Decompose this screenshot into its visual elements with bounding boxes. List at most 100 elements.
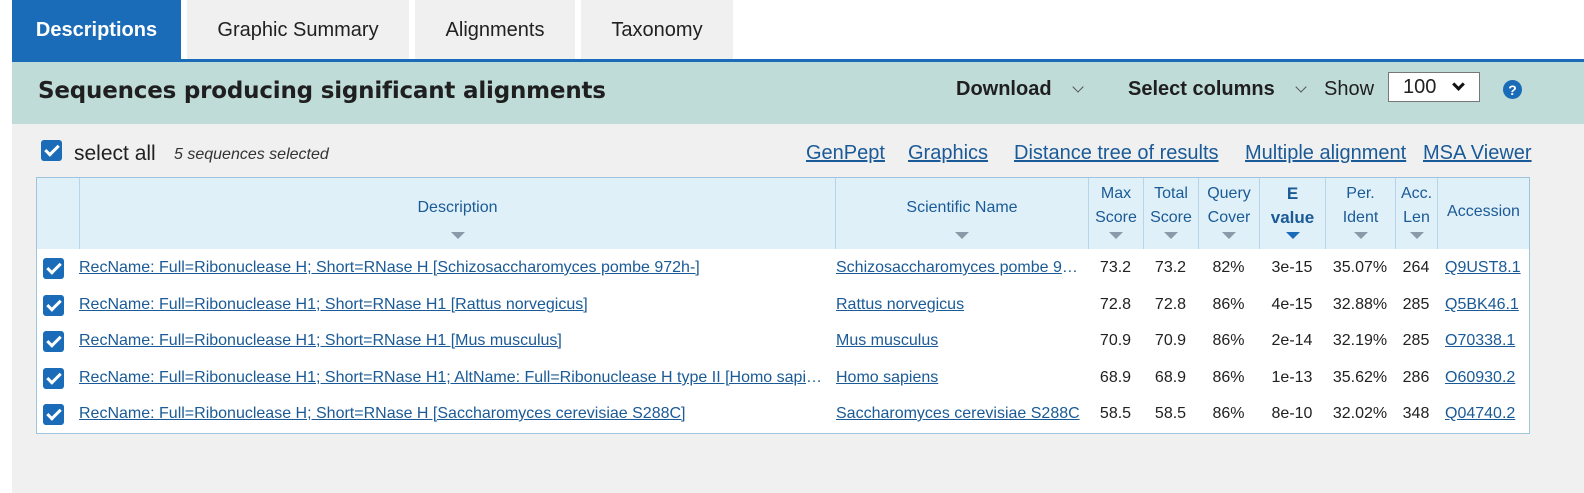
download-menu[interactable]: Download xyxy=(956,78,1084,101)
sort-arrow-icon xyxy=(1409,232,1424,239)
col-max-score-line1: Max xyxy=(1100,185,1132,202)
multiple-alignment-link[interactable]: Multiple alignment xyxy=(1245,142,1406,165)
table-header: Description Scientific Name Max Score To… xyxy=(37,178,1529,249)
col-total-score-line1: Total xyxy=(1154,185,1188,202)
col-query-cover[interactable]: Query Cover xyxy=(1198,178,1259,249)
row-max-score: 70.9 xyxy=(1099,332,1132,349)
msa-viewer-link[interactable]: MSA Viewer xyxy=(1423,142,1532,165)
row-e-value: 4e-15 xyxy=(1271,296,1313,313)
sort-arrow-icon xyxy=(1222,232,1236,239)
tab-descriptions[interactable]: Descriptions xyxy=(12,0,181,60)
row-checkbox[interactable] xyxy=(43,295,64,316)
tab-graphic-summary[interactable]: Graphic Summary xyxy=(187,0,409,60)
sort-arrow-icon xyxy=(1353,232,1368,239)
result-tabs: Descriptions Graphic Summary Alignments … xyxy=(12,0,733,60)
download-label: Download xyxy=(956,78,1052,100)
row-e-value: 1e-13 xyxy=(1271,369,1313,386)
row-accession-link[interactable]: Q9UST8.1 xyxy=(1445,250,1529,286)
row-description-link[interactable]: RecName: Full=Ribonuclease H1; Short=RNa… xyxy=(79,360,829,396)
chevron-down-icon xyxy=(1071,80,1084,93)
row-checkbox[interactable] xyxy=(43,258,64,279)
col-max-score-line2: Score xyxy=(1095,209,1137,226)
table-row: RecName: Full=Ribonuclease H; Short=RNas… xyxy=(37,396,1529,432)
tab-taxonomy[interactable]: Taxonomy xyxy=(581,0,733,60)
row-scientific-name-link[interactable]: Homo sapiens xyxy=(836,360,1086,396)
col-acc-len[interactable]: Acc. Len xyxy=(1395,178,1437,249)
select-all-label[interactable]: select all xyxy=(74,142,156,166)
col-description[interactable]: Description xyxy=(79,178,835,249)
sort-arrow-icon xyxy=(450,232,465,239)
table-row: RecName: Full=Ribonuclease H1; Short=RNa… xyxy=(37,287,1529,323)
row-e-value: 2e-14 xyxy=(1271,332,1313,349)
col-per-ident-line1: Per. xyxy=(1346,185,1375,202)
row-max-score: 73.2 xyxy=(1099,259,1132,276)
row-scientific-name-link[interactable]: Rattus norvegicus xyxy=(836,287,1086,323)
row-description-link[interactable]: RecName: Full=Ribonuclease H; Short=RNas… xyxy=(79,396,829,432)
row-total-score: 70.9 xyxy=(1154,332,1187,349)
row-query-cover: 82% xyxy=(1212,259,1245,276)
row-acc-len: 285 xyxy=(1402,332,1430,349)
row-e-value: 8e-10 xyxy=(1271,405,1313,422)
row-checkbox[interactable] xyxy=(43,331,64,352)
row-e-value: 3e-15 xyxy=(1271,259,1313,276)
col-scientific-name[interactable]: Scientific Name xyxy=(835,178,1088,249)
row-query-cover: 86% xyxy=(1212,296,1245,313)
row-per-ident: 32.02% xyxy=(1332,405,1388,422)
col-acc-len-line2: Len xyxy=(1403,209,1430,226)
row-query-cover: 86% xyxy=(1212,332,1245,349)
col-scientific-name-label: Scientific Name xyxy=(906,199,1018,216)
row-checkbox[interactable] xyxy=(43,404,64,425)
row-per-ident: 35.07% xyxy=(1332,259,1388,276)
tab-alignments[interactable]: Alignments xyxy=(415,0,575,60)
row-total-score: 72.8 xyxy=(1154,296,1187,313)
row-query-cover: 86% xyxy=(1212,369,1245,386)
row-checkbox[interactable] xyxy=(43,368,64,389)
col-accession[interactable]: Accession xyxy=(1437,178,1529,249)
sort-arrow-active-icon xyxy=(1285,232,1300,239)
row-accession-link[interactable]: O70338.1 xyxy=(1445,323,1529,359)
row-per-ident: 32.19% xyxy=(1332,332,1388,349)
row-accession-link[interactable]: Q5BK46.1 xyxy=(1445,287,1529,323)
row-max-score: 58.5 xyxy=(1099,405,1132,422)
chevron-down-icon xyxy=(1295,80,1307,93)
select-all-checkbox[interactable] xyxy=(41,140,62,161)
select-columns-menu[interactable]: Select columns xyxy=(1128,78,1307,101)
row-per-ident: 32.88% xyxy=(1332,296,1388,313)
show-count-select[interactable]: 100 xyxy=(1388,72,1480,102)
table-row: RecName: Full=Ribonuclease H1; Short=RNa… xyxy=(37,323,1529,359)
row-total-score: 68.9 xyxy=(1154,369,1187,386)
col-e-value[interactable]: E value xyxy=(1259,178,1325,249)
col-e-value-line2: value xyxy=(1270,208,1315,227)
table-row: RecName: Full=Ribonuclease H; Short=RNas… xyxy=(37,250,1529,286)
sort-arrow-icon xyxy=(1164,232,1178,239)
table-row: RecName: Full=Ribonuclease H1; Short=RNa… xyxy=(37,360,1529,396)
page-title: Sequences producing significant alignmen… xyxy=(38,78,606,104)
row-description-link[interactable]: RecName: Full=Ribonuclease H1; Short=RNa… xyxy=(79,323,829,359)
row-description-link[interactable]: RecName: Full=Ribonuclease H1; Short=RNa… xyxy=(79,287,829,323)
genpept-link[interactable]: GenPept xyxy=(806,142,885,165)
row-acc-len: 348 xyxy=(1402,405,1430,422)
row-max-score: 72.8 xyxy=(1099,296,1132,313)
col-acc-len-line1: Acc. xyxy=(1400,185,1433,202)
row-accession-link[interactable]: O60930.2 xyxy=(1445,360,1529,396)
row-scientific-name-link[interactable]: Saccharomyces cerevisiae S288C xyxy=(836,396,1086,432)
col-e-value-line1: E xyxy=(1286,184,1299,203)
row-acc-len: 264 xyxy=(1402,259,1430,276)
row-description-link[interactable]: RecName: Full=Ribonuclease H; Short=RNas… xyxy=(79,250,829,286)
col-total-score[interactable]: Total Score xyxy=(1143,178,1198,249)
row-accession-link[interactable]: Q04740.2 xyxy=(1445,396,1529,432)
selected-count: 5 sequences selected xyxy=(174,146,329,163)
row-per-ident: 35.62% xyxy=(1332,369,1388,386)
row-scientific-name-link[interactable]: Schizosaccharomyces pombe 972h- xyxy=(836,250,1086,286)
results-header: Sequences producing significant alignmen… xyxy=(12,62,1584,124)
col-max-score[interactable]: Max Score xyxy=(1088,178,1143,249)
help-icon[interactable]: ? xyxy=(1503,80,1522,99)
graphics-link[interactable]: Graphics xyxy=(908,142,988,165)
row-max-score: 68.9 xyxy=(1099,369,1132,386)
row-query-cover: 86% xyxy=(1212,405,1245,422)
distance-tree-link[interactable]: Distance tree of results xyxy=(1014,142,1219,165)
col-accession-label: Accession xyxy=(1447,203,1520,220)
col-per-ident[interactable]: Per. Ident xyxy=(1325,178,1395,249)
row-scientific-name-link[interactable]: Mus musculus xyxy=(836,323,1086,359)
row-total-score: 58.5 xyxy=(1154,405,1187,422)
